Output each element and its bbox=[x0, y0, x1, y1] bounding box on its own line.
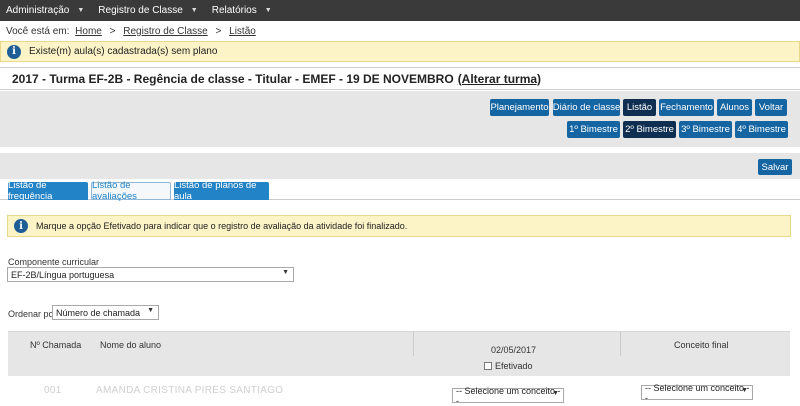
row-concept-select-value: -- Selecione um conceito -- bbox=[456, 385, 561, 406]
class-title: 2017 - Turma EF-2B - Regência de classe … bbox=[12, 71, 454, 86]
page-title: 2017 - Turma EF-2B - Regência de classe … bbox=[0, 67, 800, 90]
nav-relatorios[interactable]: Relatórios ▼ bbox=[206, 0, 280, 21]
col-date-header: 02/05/2017 bbox=[491, 345, 537, 355]
caret-down-icon: ▼ bbox=[77, 7, 85, 14]
nav-registro-de-classe[interactable]: Registro de Classe ▼ bbox=[92, 0, 205, 21]
row-number: 001 bbox=[44, 385, 62, 396]
bimestre-2-button[interactable]: 2º Bimestre bbox=[623, 121, 676, 138]
caret-down-icon: ▼ bbox=[264, 7, 272, 14]
planejamento-button[interactable]: Planejamento bbox=[490, 99, 549, 116]
nav-registro-label: Registro de Classe bbox=[98, 5, 183, 16]
info-icon: i bbox=[14, 219, 28, 233]
breadcrumb-home[interactable]: Home bbox=[75, 26, 102, 37]
fechamento-button[interactable]: Fechamento bbox=[659, 99, 714, 116]
nav-administracao-label: Administração bbox=[6, 5, 70, 16]
tab-listao-planos-de-aula[interactable]: Listão de planos de aula bbox=[174, 180, 269, 202]
caret-down-icon: ▼ bbox=[147, 307, 154, 314]
caret-down-icon: ▼ bbox=[282, 269, 289, 276]
action-toolbar: Planejamento Diário de classe Listão Fec… bbox=[0, 91, 800, 147]
change-class-link[interactable]: (Alterar turma) bbox=[458, 72, 541, 86]
listao-button[interactable]: Listão bbox=[623, 99, 656, 116]
breadcrumb-registro[interactable]: Registro de Classe bbox=[123, 26, 207, 37]
caret-down-icon: ▼ bbox=[190, 7, 198, 14]
voltar-button[interactable]: Voltar bbox=[755, 99, 787, 116]
save-bar: Salvar bbox=[0, 153, 800, 179]
row-concept-select[interactable]: -- Selecione um conceito -- ▼ bbox=[452, 385, 564, 406]
missing-plan-alert: i Existe(m) aula(s) cadastrada(s) sem pl… bbox=[0, 41, 800, 62]
col-final-header: Conceito final bbox=[674, 340, 729, 350]
grid-subheader: Efetivado bbox=[8, 356, 790, 376]
top-navigation: Administração ▼ Registro de Classe ▼ Rel… bbox=[0, 0, 800, 21]
nav-relatorios-label: Relatórios bbox=[211, 5, 257, 16]
grid-header: Nº Chamada Nome do aluno 02/05/2017 Conc… bbox=[8, 331, 790, 356]
note-message: Marque a opção Efetivado para indicar qu… bbox=[36, 221, 408, 231]
caret-down-icon: ▼ bbox=[741, 387, 748, 394]
breadcrumb-separator: > bbox=[215, 26, 222, 37]
diario-de-classe-button[interactable]: Diário de classe bbox=[553, 99, 620, 116]
bimestre-1-button[interactable]: 1º Bimestre bbox=[567, 121, 620, 138]
efetivado-info-note: i Marque a opção Efetivado para indicar … bbox=[7, 215, 791, 237]
breadcrumb: Você está em: Home > Registro de Classe … bbox=[6, 26, 259, 37]
alert-message: Existe(m) aula(s) cadastrada(s) sem plan… bbox=[29, 46, 218, 57]
col-name-header: Nome do aluno bbox=[100, 340, 162, 350]
nav-administracao[interactable]: Administração ▼ bbox=[0, 0, 92, 21]
order-select[interactable]: Número de chamada ▼ bbox=[52, 305, 159, 320]
tab-listao-frequencia[interactable]: Listão de frequência bbox=[8, 180, 88, 202]
efetivado-checkbox[interactable] bbox=[484, 362, 492, 370]
bimestre-3-button[interactable]: 3º Bimestre bbox=[679, 121, 732, 138]
info-icon: i bbox=[7, 44, 21, 59]
final-concept-select-value: -- Selecione um conceito -- bbox=[645, 382, 750, 403]
table-row: 001 AMANDA CRISTINA PIRES SANTIAGO -- Se… bbox=[8, 376, 790, 406]
breadcrumb-separator: > bbox=[109, 26, 116, 37]
bimestre-4-button[interactable]: 4º Bimestre bbox=[735, 121, 788, 138]
col-number-header: Nº Chamada bbox=[30, 340, 82, 350]
breadcrumb-listao[interactable]: Listão bbox=[229, 26, 256, 37]
breadcrumb-prefix: Você está em: bbox=[6, 26, 70, 37]
component-select-value: EF-2B/Língua portuguesa bbox=[11, 269, 115, 280]
row-student-name: AMANDA CRISTINA PIRES SANTIAGO bbox=[96, 385, 284, 396]
tabs-bar: Listão de frequência Listão de avaliaçõe… bbox=[0, 180, 800, 202]
tab-listao-avaliacoes[interactable]: Listão de avaliações bbox=[91, 180, 171, 202]
order-select-value: Número de chamada bbox=[56, 307, 141, 318]
component-label: Componente curricular bbox=[8, 257, 100, 267]
caret-down-icon: ▼ bbox=[552, 390, 559, 397]
alunos-button[interactable]: Alunos bbox=[717, 99, 752, 116]
efetivado-label: Efetivado bbox=[495, 361, 533, 371]
final-concept-select[interactable]: -- Selecione um conceito -- ▼ bbox=[641, 382, 753, 403]
component-select[interactable]: EF-2B/Língua portuguesa ▼ bbox=[7, 267, 294, 282]
save-button[interactable]: Salvar bbox=[758, 159, 792, 175]
